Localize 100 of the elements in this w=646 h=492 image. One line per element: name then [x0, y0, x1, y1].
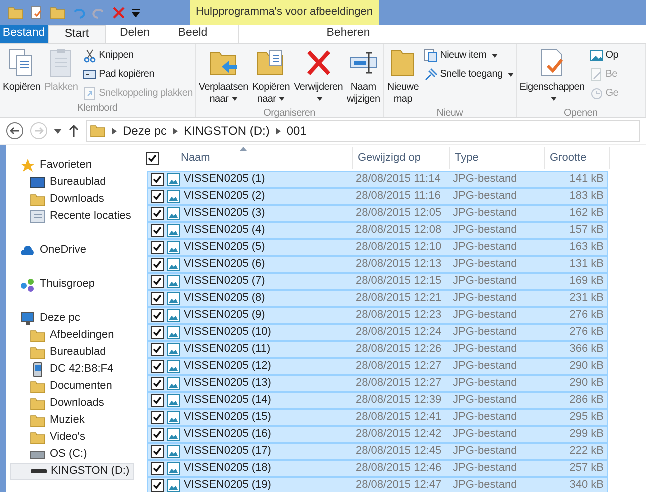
checkbox[interactable] — [146, 152, 159, 164]
customize-icon[interactable] — [132, 8, 140, 16]
nav-item[interactable]: Bureaublad — [10, 344, 134, 361]
ribbon-button[interactable]: Eigenschappen — [518, 47, 586, 106]
checkbox[interactable] — [151, 428, 164, 441]
file-row[interactable]: VISSEN0205 (3) 28/08/2015 12:05 JPG-bestand 162 kB — [147, 205, 608, 222]
breadcrumb[interactable]: KINGSTON (D:) — [184, 122, 270, 140]
file-row[interactable]: VISSEN0205 (6) 28/08/2015 12:13 JPG-bestand 131 kB — [147, 256, 608, 273]
file-row[interactable]: VISSEN0205 (4) 28/08/2015 12:08 JPG-bestand 157 kB — [147, 222, 608, 239]
caret-icon[interactable] — [54, 128, 62, 134]
file-row[interactable]: VISSEN0205 (19) 28/08/2015 12:47 JPG-bestand 340 kB — [147, 477, 608, 492]
ribbon-small-button[interactable]: Pad kopiëren — [83, 67, 154, 82]
file-size: 257 kB — [568, 461, 604, 476]
checkbox[interactable] — [151, 394, 164, 407]
nav-item[interactable]: Video's — [10, 429, 134, 446]
scissors-icon — [83, 48, 98, 62]
ribbon-button[interactable]: Verplaatsen naar — [198, 47, 250, 106]
ribbon-button[interactable]: Naam wijzigen — [346, 47, 382, 106]
chevron-icon[interactable] — [112, 128, 117, 134]
column-header[interactable]: Grootte — [545, 147, 610, 169]
nav-item[interactable]: Bureaublad — [10, 174, 134, 191]
ribbon-tab[interactable]: Delen — [106, 25, 164, 43]
checkbox[interactable] — [151, 462, 164, 475]
nav-item[interactable]: Deze pc — [10, 310, 140, 327]
checkbox[interactable] — [151, 411, 164, 424]
file-type: JPG-bestand — [453, 359, 518, 374]
nav-item[interactable]: Muziek — [10, 412, 134, 429]
ribbon-small-button[interactable]: Snelle toegang — [424, 67, 514, 82]
ribbon-button[interactable]: Kopiëren naar — [251, 47, 292, 106]
nav-item[interactable]: Downloads — [10, 395, 134, 412]
breadcrumb[interactable]: 001 — [286, 122, 307, 140]
file-row[interactable]: VISSEN0205 (8) 28/08/2015 12:21 JPG-bestand 231 kB — [147, 290, 608, 307]
checkbox[interactable] — [151, 173, 164, 186]
file-row[interactable]: VISSEN0205 (1) 28/08/2015 11:14 JPG-bestand 141 kB — [147, 171, 608, 188]
properties-icon[interactable] — [30, 6, 44, 20]
checkbox[interactable] — [151, 343, 164, 356]
file-row[interactable]: VISSEN0205 (11) 28/08/2015 12:26 JPG-bestand 366 kB — [147, 341, 608, 358]
nav-item[interactable]: OS (C:) — [10, 446, 134, 463]
ribbon-small-button[interactable]: Knippen — [83, 48, 134, 63]
nav-item[interactable]: KINGSTON (D:) — [10, 463, 134, 480]
checkbox[interactable] — [151, 207, 164, 220]
computer-icon — [20, 310, 36, 326]
file-row[interactable]: VISSEN0205 (7) 28/08/2015 12:15 JPG-bestand 169 kB — [147, 273, 608, 290]
chevron-icon[interactable] — [173, 128, 178, 134]
ribbon-button[interactable]: Kopiëren — [2, 47, 42, 94]
drive-icon — [31, 469, 47, 474]
address-field[interactable]: Deze pc KINGSTON (D:) 001 — [86, 120, 640, 142]
file-name: VISSEN0205 (3) — [183, 206, 266, 222]
checkbox[interactable] — [151, 309, 164, 322]
checkbox[interactable] — [151, 241, 164, 254]
file-name: VISSEN0205 (15) — [183, 410, 272, 426]
image-file-icon — [167, 190, 180, 203]
modified-date: 28/08/2015 12:39 — [356, 393, 443, 408]
checkbox[interactable] — [151, 292, 164, 305]
nav-item[interactable]: DC 42:B8:F4 — [10, 361, 134, 378]
up-arrow-icon[interactable] — [68, 124, 80, 138]
ribbon-small-button[interactable]: Nieuw item — [424, 48, 498, 63]
nav-item[interactable]: Thuisgroep — [10, 276, 140, 293]
ribbon-tab[interactable]: Beeld — [164, 25, 222, 43]
column-header[interactable]: Type — [450, 147, 545, 169]
ribbon-tab[interactable]: Bestand — [0, 25, 48, 43]
back-icon[interactable] — [6, 122, 24, 140]
checkbox[interactable] — [151, 326, 164, 339]
ribbon-button[interactable]: Verwijderen — [293, 47, 344, 106]
file-type: JPG-bestand — [453, 461, 518, 476]
file-row[interactable]: VISSEN0205 (15) 28/08/2015 12:41 JPG-bestand 295 kB — [147, 409, 608, 426]
checkbox[interactable] — [151, 224, 164, 237]
file-row[interactable]: VISSEN0205 (18) 28/08/2015 12:46 JPG-bestand 257 kB — [147, 460, 608, 477]
nav-item[interactable]: Favorieten — [10, 157, 140, 174]
file-row[interactable]: VISSEN0205 (16) 28/08/2015 12:42 JPG-bestand 299 kB — [147, 426, 608, 443]
file-row[interactable]: VISSEN0205 (2) 28/08/2015 11:16 JPG-bestand 183 kB — [147, 188, 608, 205]
file-row[interactable]: VISSEN0205 (5) 28/08/2015 12:10 JPG-bestand 163 kB — [147, 239, 608, 256]
file-type: JPG-bestand — [453, 376, 518, 392]
file-row[interactable]: VISSEN0205 (13) 28/08/2015 12:27 JPG-bestand 290 kB — [147, 375, 608, 392]
checkbox[interactable] — [151, 445, 164, 458]
nav-item[interactable]: Downloads — [10, 191, 134, 208]
group-label: Klembord — [76, 102, 119, 116]
ribbon-tab[interactable]: Start — [48, 25, 106, 43]
checkbox[interactable] — [151, 360, 164, 373]
file-row[interactable]: VISSEN0205 (14) 28/08/2015 12:39 JPG-bestand 286 kB — [147, 392, 608, 409]
nav-item[interactable]: Afbeeldingen — [10, 327, 134, 344]
image-file-icon — [167, 326, 180, 339]
ribbon-button[interactable]: Nieuwe map — [386, 47, 420, 106]
file-row[interactable]: VISSEN0205 (17) 28/08/2015 12:45 JPG-bestand 222 kB — [147, 443, 608, 460]
column-header[interactable]: Gewijzigd op — [353, 147, 450, 169]
checkbox[interactable] — [151, 258, 164, 271]
checkbox[interactable] — [151, 377, 164, 390]
file-row[interactable]: VISSEN0205 (12) 28/08/2015 12:27 JPG-bestand 290 kB — [147, 358, 608, 375]
modified-date: 28/08/2015 12:24 — [356, 325, 443, 340]
nav-item[interactable]: Recente locaties — [10, 208, 134, 225]
nav-item[interactable]: OneDrive — [10, 242, 140, 259]
checkbox[interactable] — [151, 479, 164, 492]
file-row[interactable]: VISSEN0205 (9) 28/08/2015 12:23 JPG-bestand 276 kB — [147, 307, 608, 324]
nav-item[interactable]: Documenten — [10, 378, 134, 395]
checkbox[interactable] — [151, 190, 164, 203]
breadcrumb[interactable]: Deze pc — [123, 122, 168, 140]
chevron-icon[interactable] — [276, 128, 281, 134]
ribbon-small-button[interactable]: Op — [590, 48, 619, 63]
file-row[interactable]: VISSEN0205 (10) 28/08/2015 12:24 JPG-bestand 276 kB — [147, 324, 608, 341]
checkbox[interactable] — [151, 275, 164, 288]
